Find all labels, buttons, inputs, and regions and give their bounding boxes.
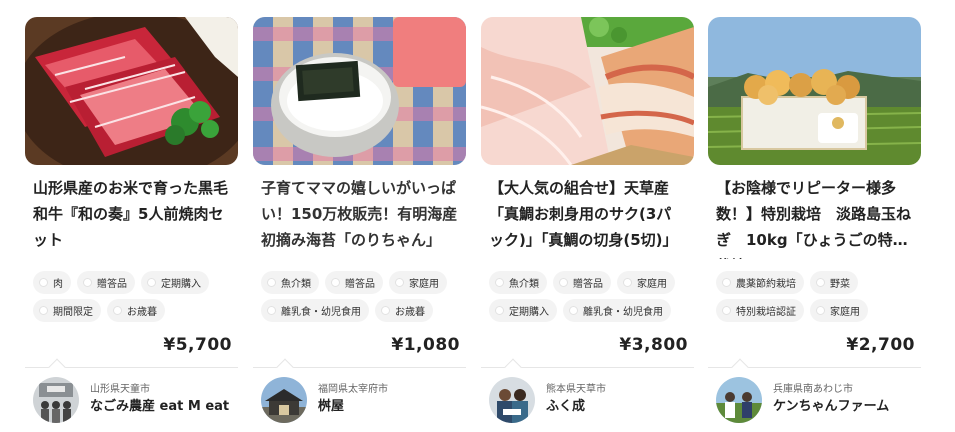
tag-chip[interactable]: 期間限定 <box>33 299 101 322</box>
divider <box>708 358 921 376</box>
tag-dot-icon <box>267 306 276 315</box>
tag-dot-icon <box>722 278 731 287</box>
product-title[interactable]: 山形県産のお米で育った黒毛和牛『和の奏』5人前焼肉セット <box>25 175 238 259</box>
product-title[interactable]: 【お陰様でリピーター様多数！】特別栽培 淡路島玉ねぎ 10kg「ひょうごの特別栽… <box>708 175 921 259</box>
seller-avatar[interactable] <box>716 377 762 423</box>
tag-dot-icon <box>495 306 504 315</box>
tag-dot-icon <box>113 306 122 315</box>
divider <box>481 358 694 376</box>
tag-chip[interactable]: 肉 <box>33 271 71 294</box>
seller-name[interactable]: ケンちゃんファーム <box>773 397 889 417</box>
tag-dot-icon <box>331 278 340 287</box>
tag-chip[interactable]: 定期購入 <box>141 271 209 294</box>
tag-dot-icon <box>39 278 48 287</box>
tag-dot-icon <box>816 278 825 287</box>
tag-chip[interactable]: 魚介類 <box>261 271 319 294</box>
tag-chip[interactable]: 贈答品 <box>553 271 611 294</box>
tag-dot-icon <box>83 278 92 287</box>
product-image[interactable] <box>708 17 921 165</box>
product-image[interactable] <box>481 17 694 165</box>
tag-chip[interactable]: 農薬節約栽培 <box>716 271 804 294</box>
seller-name[interactable]: なごみ農産 eat M eat <box>90 397 229 417</box>
seller-location: 兵庫県南あわじ市 <box>773 384 853 395</box>
tag-chip[interactable]: お歳暮 <box>375 299 433 322</box>
divider <box>25 358 238 376</box>
product-card-row: 山形県産のお米で育った黒毛和牛『和の奏』5人前焼肉セット 肉 贈答品 定期購入 … <box>0 0 955 432</box>
seller-avatar[interactable] <box>261 377 307 423</box>
product-title[interactable]: 【大人気の組合せ】天草産「真鯛お刺身用のサク(3パック)」「真鯛の切身(5切)」 <box>481 175 694 259</box>
product-price: ¥3,800 <box>619 335 688 355</box>
tag-chip[interactable]: 贈答品 <box>325 271 383 294</box>
product-card[interactable]: 子育てママの嬉しいがいっぱい！150万枚販売！有明海産初摘み海苔「のりちゃん」 … <box>253 17 466 423</box>
seller-name[interactable]: ふく成 <box>546 397 606 417</box>
tag-chip[interactable]: 特別栽培認証 <box>716 299 804 322</box>
tag-dot-icon <box>722 306 731 315</box>
product-card[interactable]: 山形県産のお米で育った黒毛和牛『和の奏』5人前焼肉セット 肉 贈答品 定期購入 … <box>25 17 238 423</box>
seller-avatar[interactable] <box>33 377 79 423</box>
seller-name[interactable]: 桝屋 <box>318 397 388 417</box>
tag-chip[interactable]: 離乳食・幼児食用 <box>563 299 671 322</box>
tag-chip[interactable]: 野菜 <box>810 271 858 294</box>
tag-list: 魚介類 贈答品 家庭用 離乳食・幼児食用 お歳暮 <box>253 271 466 323</box>
tag-chip[interactable]: 家庭用 <box>389 271 447 294</box>
tag-chip[interactable]: 贈答品 <box>77 271 135 294</box>
tag-dot-icon <box>623 278 632 287</box>
tag-dot-icon <box>147 278 156 287</box>
seller-info[interactable]: 兵庫県南あわじ市 ケンちゃんファーム <box>708 368 921 423</box>
tag-chip[interactable]: 魚介類 <box>489 271 547 294</box>
tag-chip[interactable]: お歳暮 <box>107 299 165 322</box>
seller-avatar[interactable] <box>489 377 535 423</box>
product-card[interactable]: 【大人気の組合せ】天草産「真鯛お刺身用のサク(3パック)」「真鯛の切身(5切)」… <box>481 17 694 423</box>
product-price: ¥1,080 <box>391 335 460 355</box>
tag-chip[interactable]: 家庭用 <box>617 271 675 294</box>
divider <box>253 358 466 376</box>
product-card[interactable]: 【お陰様でリピーター様多数！】特別栽培 淡路島玉ねぎ 10kg「ひょうごの特別栽… <box>708 17 921 423</box>
seller-location: 熊本県天草市 <box>546 384 606 395</box>
tag-list: 魚介類 贈答品 家庭用 定期購入 離乳食・幼児食用 <box>481 271 694 323</box>
product-image[interactable] <box>253 17 466 165</box>
tag-chip[interactable]: 離乳食・幼児食用 <box>261 299 369 322</box>
tag-dot-icon <box>267 278 276 287</box>
tag-dot-icon <box>395 278 404 287</box>
product-price: ¥5,700 <box>163 335 232 355</box>
tag-chip[interactable]: 定期購入 <box>489 299 557 322</box>
tag-list: 農薬節約栽培 野菜 特別栽培認証 家庭用 <box>708 271 921 323</box>
seller-info[interactable]: 福岡県太宰府市 桝屋 <box>253 368 466 423</box>
tag-dot-icon <box>381 306 390 315</box>
seller-location: 福岡県太宰府市 <box>318 384 388 395</box>
seller-location: 山形県天童市 <box>90 384 150 395</box>
tag-dot-icon <box>39 306 48 315</box>
seller-info[interactable]: 熊本県天草市 ふく成 <box>481 368 694 423</box>
tag-list: 肉 贈答品 定期購入 期間限定 お歳暮 <box>25 271 238 323</box>
tag-dot-icon <box>569 306 578 315</box>
tag-dot-icon <box>816 306 825 315</box>
product-title[interactable]: 子育てママの嬉しいがいっぱい！150万枚販売！有明海産初摘み海苔「のりちゃん」 <box>253 175 466 259</box>
product-image[interactable] <box>25 17 238 165</box>
tag-dot-icon <box>559 278 568 287</box>
tag-dot-icon <box>495 278 504 287</box>
seller-info[interactable]: 山形県天童市 なごみ農産 eat M eat <box>25 368 238 423</box>
tag-chip[interactable]: 家庭用 <box>810 299 868 322</box>
product-price: ¥2,700 <box>846 335 915 355</box>
